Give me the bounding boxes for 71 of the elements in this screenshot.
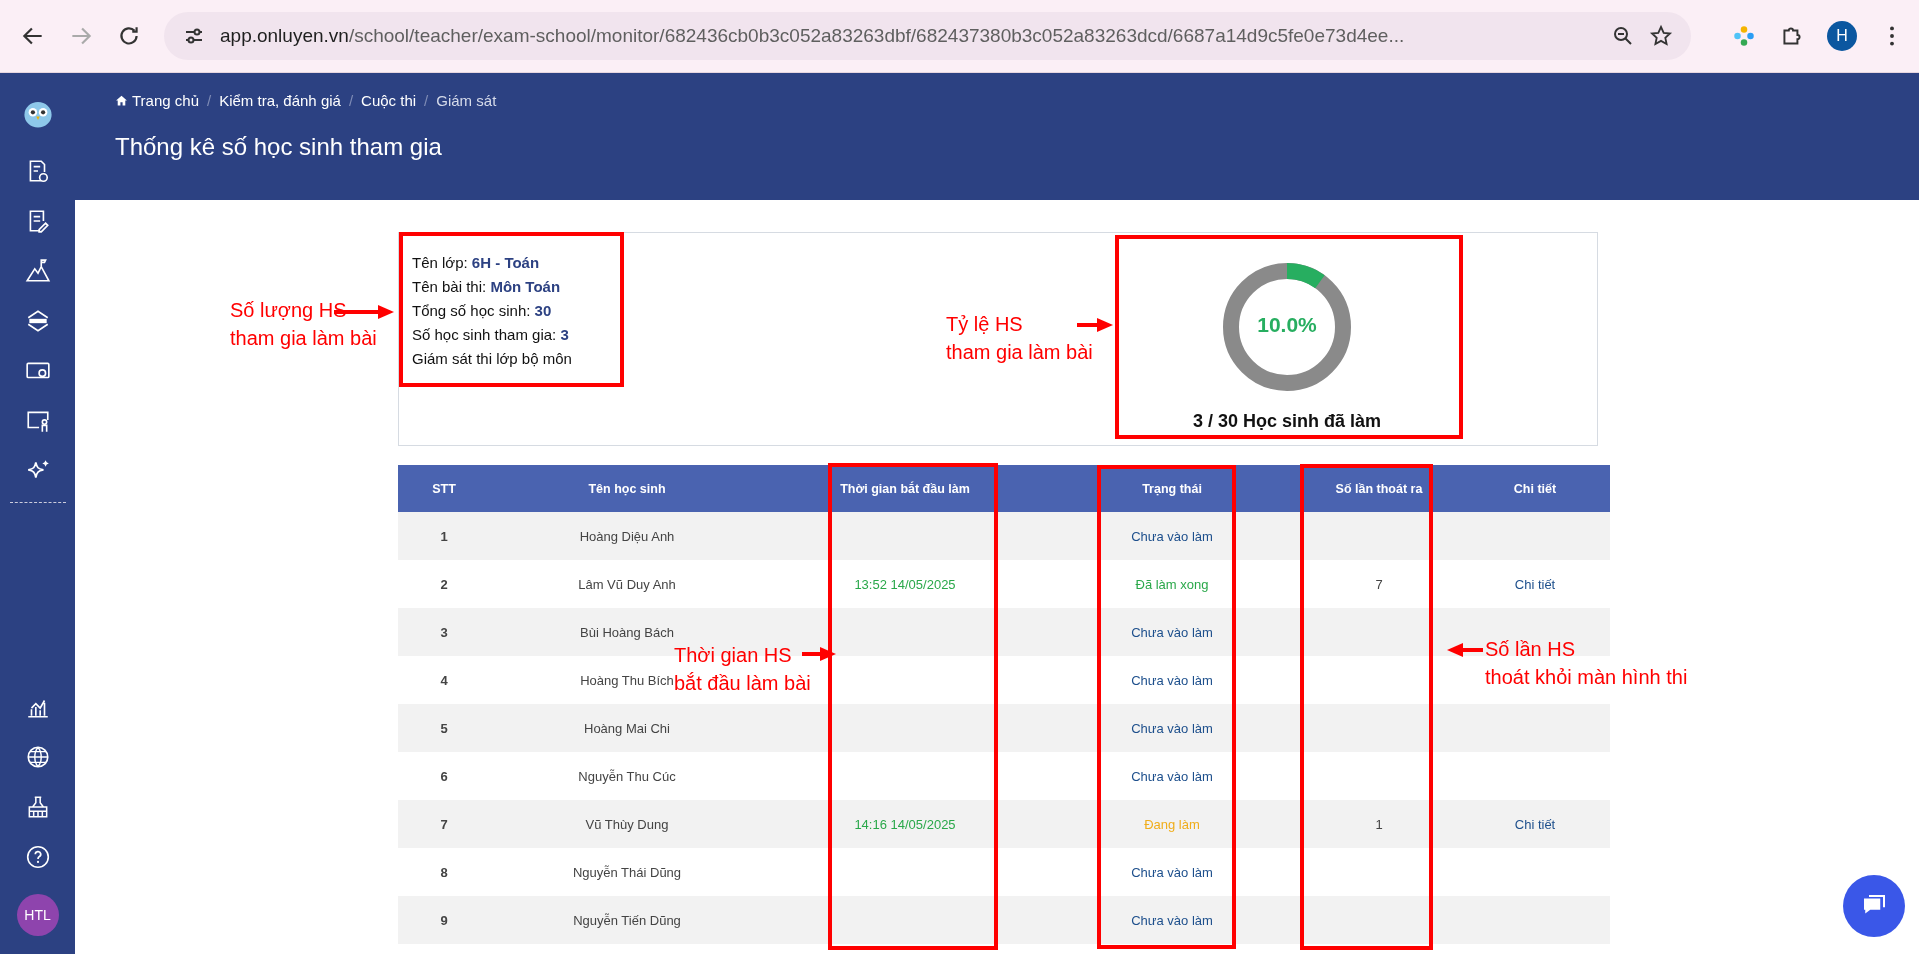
- status-cell: Đã làm xong: [1046, 560, 1298, 608]
- breadcrumb-link[interactable]: Kiểm tra, đánh giá: [219, 92, 341, 109]
- status-cell: Chưa vào làm: [1046, 656, 1298, 704]
- globe-icon[interactable]: [24, 744, 51, 770]
- column-header: Trạng thái: [1046, 465, 1298, 512]
- table-cell: 5: [398, 704, 490, 752]
- breadcrumb-separator: /: [424, 92, 429, 109]
- annotation-arrow: [800, 646, 836, 662]
- pinwheel-icon[interactable]: [1731, 23, 1757, 49]
- table-cell: 14:16 14/05/2025: [764, 800, 1046, 848]
- status-cell: Chưa vào làm: [1046, 848, 1298, 896]
- status-cell: Chưa vào làm: [1046, 752, 1298, 800]
- info-line: Tổng số học sinh: 30: [412, 301, 552, 321]
- table-cell: Nguyễn Thu Cúc: [490, 752, 764, 800]
- table-cell: Hoàng Mai Chi: [490, 704, 764, 752]
- breadcrumb-separator: /: [348, 92, 354, 109]
- annotation-text: tham gia làm bài: [230, 326, 377, 351]
- status-cell: Chưa vào làm: [1046, 608, 1298, 656]
- info-line: Tên bài thi: Môn Toán: [412, 277, 561, 297]
- detail-link[interactable]: Chi tiết: [1514, 576, 1556, 592]
- help-icon[interactable]: [24, 844, 51, 870]
- column-header: Thời gian bắt đầu làm: [764, 465, 1046, 512]
- table-cell: 7: [1298, 560, 1460, 608]
- status-cell: Chưa vào làm: [1046, 704, 1298, 752]
- annotation-text: Tỷ lệ HS: [946, 312, 1023, 337]
- status-cell: Chưa vào làm: [1046, 512, 1298, 560]
- info-line: Giám sát thi lớp bộ môn: [412, 349, 572, 369]
- annotation-text: tham gia làm bài: [946, 340, 1093, 365]
- table-cell: 3: [398, 608, 490, 656]
- mountain-flag-icon[interactable]: [24, 258, 51, 284]
- info-line: Tên lớp: 6H - Toán: [412, 253, 540, 273]
- status-cell: Chưa vào làm: [1046, 896, 1298, 944]
- table-cell: Nguyễn Thái Dũng: [490, 848, 764, 896]
- annotation-arrow: [1447, 642, 1485, 658]
- annotation-arrow: [1075, 317, 1113, 333]
- star-icon[interactable]: [1649, 24, 1673, 48]
- percent-label: 10.0%: [1257, 313, 1317, 337]
- table-cell: 13:52 14/05/2025: [764, 560, 1046, 608]
- column-header: Tên học sinh: [490, 465, 764, 512]
- table-cell: 4: [398, 656, 490, 704]
- url-text: app.onluyen.vn/school/teacher/exam-school/monitor/682436cb0b3c052a83263dbf/682437380b3c052a83263dcd/6687a14d9c5fe0e73d4ee...: [220, 25, 1406, 47]
- breadcrumb-link[interactable]: Trang chủ: [132, 92, 199, 109]
- breadcrumb-link[interactable]: Giám sát: [436, 92, 497, 109]
- breadcrumb-separator: /: [207, 92, 212, 109]
- home-icon: [115, 94, 128, 107]
- table-cell: 1: [398, 512, 490, 560]
- table-cell: Hoàng Diệu Anh: [490, 512, 764, 560]
- table-cell: Vũ Thùy Dung: [490, 800, 764, 848]
- page-title: Thống kê số học sinh tham gia: [115, 133, 443, 161]
- status-cell: Đang làm: [1046, 800, 1298, 848]
- table-cell: 2: [398, 560, 490, 608]
- annotation-text: thoát khỏi màn hình thi: [1485, 665, 1688, 690]
- detail-link[interactable]: Chi tiết: [1514, 816, 1556, 832]
- column-header: STT: [398, 465, 490, 512]
- annotation-text: bắt đầu làm bài: [674, 671, 811, 696]
- table-cell: 9: [398, 896, 490, 944]
- table-cell: 6: [398, 752, 490, 800]
- progress-caption: 3 / 30 Học sinh đã làm: [1192, 411, 1382, 432]
- breadcrumb-link[interactable]: Cuộc thi: [361, 92, 417, 109]
- table-cell: 8: [398, 848, 490, 896]
- annotation-text: Số lần HS: [1485, 637, 1576, 662]
- table-cell: 1: [1298, 800, 1460, 848]
- table-cell: 7: [398, 800, 490, 848]
- profile-avatar[interactable]: H: [1827, 21, 1857, 51]
- column-header: Chi tiết: [1460, 465, 1610, 512]
- annotation-text: Thời gian HS: [674, 643, 792, 668]
- table-cell: Nguyễn Tiến Dũng: [490, 896, 764, 944]
- info-line: Số học sinh tham gia: 3: [412, 325, 569, 345]
- address-bar[interactable]: app.onluyen.vn/school/teacher/exam-school/monitor/682436cb0b3c052a83263dbf/682437380b3c052a83263dcd/6687a14d9c5fe0e73d4ee...: [164, 12, 1691, 60]
- user-avatar[interactable]: HTL: [16, 894, 59, 936]
- table-cell: Lâm Vũ Duy Anh: [490, 560, 764, 608]
